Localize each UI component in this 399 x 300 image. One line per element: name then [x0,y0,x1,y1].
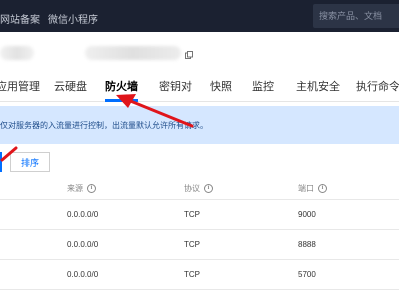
info-icon[interactable]: i [204,184,213,193]
table-row: 0.0.0.0/0 TCP 5700 [0,260,399,290]
tab-run-command[interactable]: 执行命令 [356,80,399,94]
tab-key-pair[interactable]: 密钥对 [159,80,192,94]
tab-cloud-disk[interactable]: 云硬盘 [54,80,87,94]
tab-host-security[interactable]: 主机安全 [296,80,340,94]
table-row: 0.0.0.0/0 TCP 9000 [0,200,399,230]
table-header: 来源 i 协议 i 端口 i [0,176,399,200]
column-header-protocol-label: 协议 [184,184,200,193]
info-notice: 仅对服务器的入流量进行控制，出流量默认允许所有请求。 [0,106,399,144]
info-icon[interactable]: i [318,184,327,193]
cell-protocol: TCP [184,270,200,279]
cell-port: 5700 [298,270,316,279]
cell-source: 0.0.0.0/0 [67,270,99,279]
column-header-source: 来源 i [67,183,96,194]
sort-button[interactable]: 排序 [10,152,50,172]
tab-monitoring[interactable]: 监控 [252,80,274,94]
nav-link-website-filing[interactable]: 网站备案 [0,11,40,26]
redacted-instance-id [85,46,181,60]
column-header-port: 端口 i [298,183,327,194]
search-box [313,4,399,28]
cell-protocol: TCP [184,210,200,219]
tab-firewall[interactable]: 防火墙 [105,80,138,94]
search-input[interactable] [313,4,399,28]
cell-port: 8888 [298,240,316,249]
table-row: 0.0.0.0/0 TCP 8888 [0,230,399,260]
instance-header [0,32,399,74]
cell-source: 0.0.0.0/0 [67,210,99,219]
notice-text: 仅对服务器的入流量进行控制，出流量默认允许所有请求。 [0,121,208,130]
tab-app-management[interactable]: 应用管理 [0,80,40,94]
instance-tabs: 应用管理 云硬盘 防火墙 密钥对 快照 监控 主机安全 执行命令 [0,74,399,102]
nav-link-wechat-miniprogram[interactable]: 微信小程序 [48,11,98,26]
cell-protocol: TCP [184,240,200,249]
top-navigation-bar: 网站备案 微信小程序 [0,0,399,32]
copy-icon[interactable] [185,51,193,59]
cell-source: 0.0.0.0/0 [67,240,99,249]
column-header-port-label: 端口 [298,184,314,193]
redacted-instance-name [0,46,34,60]
cell-port: 9000 [298,210,316,219]
active-tab-indicator [105,99,138,102]
column-header-source-label: 来源 [67,184,83,193]
tab-snapshot[interactable]: 快照 [210,80,232,94]
add-rule-button-edge[interactable] [0,152,2,172]
column-header-protocol: 协议 i [184,183,213,194]
info-icon[interactable]: i [87,184,96,193]
